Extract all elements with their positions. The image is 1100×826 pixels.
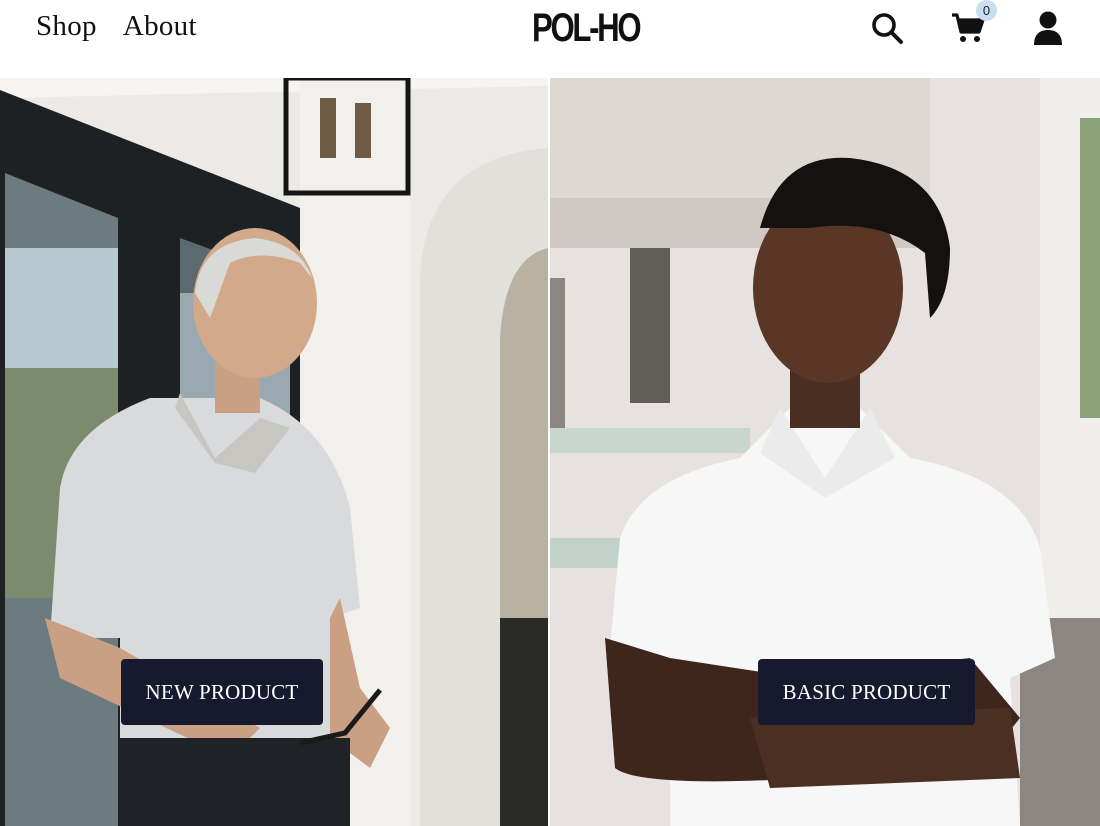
cart-count-badge: 0: [976, 0, 997, 21]
basic-product-panel[interactable]: BASIC PRODUCT: [550, 78, 1100, 826]
search-button[interactable]: [867, 8, 907, 48]
main-nav: Shop About: [36, 10, 197, 43]
new-product-button[interactable]: NEW PRODUCT: [121, 659, 323, 725]
search-icon: [872, 13, 903, 44]
new-product-panel[interactable]: NEW PRODUCT: [0, 78, 548, 826]
account-button[interactable]: [1028, 8, 1068, 48]
site-header: Shop About POL-HO 0: [0, 0, 1100, 78]
user-icon: [1034, 11, 1062, 45]
nav-about-link[interactable]: About: [123, 10, 197, 43]
site-logo[interactable]: POL-HO: [532, 6, 642, 51]
basic-product-button[interactable]: BASIC PRODUCT: [758, 659, 975, 725]
nav-shop-link[interactable]: Shop: [36, 10, 97, 43]
